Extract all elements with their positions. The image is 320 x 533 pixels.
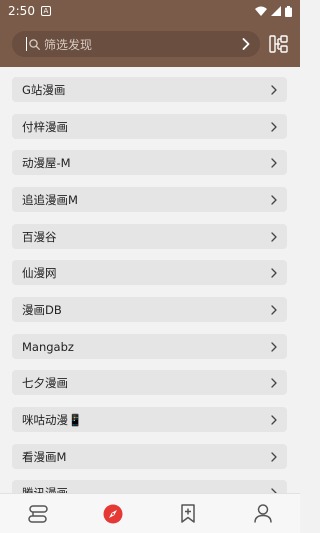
list-item[interactable]: 追追漫画M [12,187,287,212]
list-item-label: 腾讯漫画 [22,485,68,494]
bottom-nav [0,493,300,533]
app-header: 筛选发现 [0,22,300,67]
bookmark-add-icon [180,504,195,523]
chevron-right-icon [271,414,277,425]
list-item-label: 咪咕动漫📱 [22,412,83,427]
search-submit-button[interactable] [242,38,250,50]
list-item-label: 百漫谷 [22,229,57,244]
nav-discover-button[interactable] [93,494,133,533]
notification-a-icon: A [40,6,51,16]
list-item[interactable]: 百漫谷 [12,224,287,249]
list-item[interactable]: 仙漫网 [12,260,287,285]
battery-icon [285,5,292,17]
search-input[interactable]: 筛选发现 [12,31,260,57]
list-item[interactable]: Mangabz [12,334,287,359]
chevron-right-icon [271,84,277,95]
list-item[interactable]: 七夕漫画 [12,370,287,395]
source-list[interactable]: G站漫画 付梓漫画 动漫屋-M 追追漫画M 百漫谷 仙漫网 漫画DB Manga… [0,67,300,493]
chevron-right-icon [271,121,277,132]
list-item-label: 仙漫网 [22,265,57,280]
list-item[interactable]: 看漫画M [12,444,287,469]
person-icon [253,504,272,523]
list-item-label: 付梓漫画 [22,119,68,134]
wifi-icon [255,6,267,16]
chevron-right-icon [271,194,277,205]
group-filter-button[interactable] [268,33,290,55]
chevron-right-icon [242,38,250,50]
list-item-label: 看漫画M [22,449,67,464]
list-item[interactable]: 漫画DB [12,297,287,322]
list-item-label: Mangabz [22,339,74,354]
chevron-right-icon [271,157,277,168]
hierarchy-icon [269,35,288,53]
chevron-right-icon [271,231,277,242]
status-bar: 2:50 A [0,0,300,22]
list-item[interactable]: 咪咕动漫📱 [12,407,287,432]
list-item-label: 追追漫画M [22,192,78,207]
list-item[interactable]: G站漫画 [12,77,287,102]
list-item[interactable]: 付梓漫画 [12,114,287,139]
search-icon [29,38,40,50]
chevron-right-icon [271,451,277,462]
nav-rss-button[interactable] [168,494,208,533]
chevron-right-icon [271,377,277,388]
compass-icon [103,504,122,523]
list-item-label: 七夕漫画 [22,375,68,390]
chevron-right-icon [271,341,277,352]
nav-bookshelf-button[interactable] [18,494,58,533]
chevron-right-icon [271,267,277,278]
search-placeholder: 筛选发现 [44,37,93,52]
list-item[interactable]: 腾讯漫画 [12,480,287,493]
status-icons [255,5,292,17]
list-item[interactable]: 动漫屋-M [12,150,287,175]
status-time: 2:50 [8,4,35,18]
list-item-label: 动漫屋-M [22,155,71,170]
chevron-right-icon [271,304,277,315]
list-item-label: 漫画DB [22,302,62,317]
bookshelf-icon [27,504,48,523]
text-cursor [26,37,27,51]
signal-icon [271,6,281,16]
nav-profile-button[interactable] [243,494,283,533]
list-item-label: G站漫画 [22,82,66,97]
